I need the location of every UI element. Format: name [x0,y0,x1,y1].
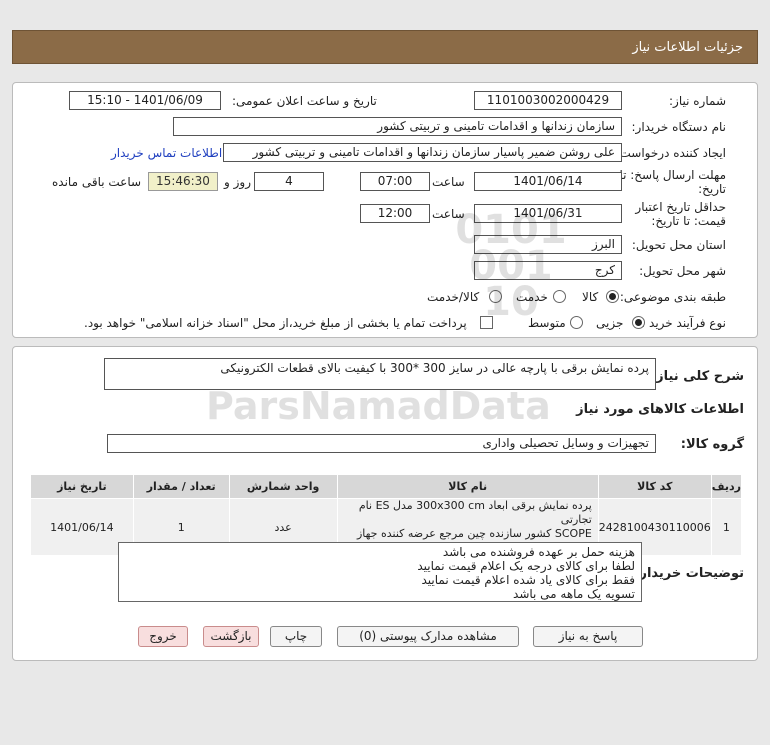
goods-group-field: تجهیزات و وسایل تحصیلی واداری [107,434,656,453]
validity-label: حداقل تاریخ اعتبار [635,200,726,214]
days-label: روز و [224,175,251,189]
goods-group-label: گروه کالا: [680,437,744,452]
deadline-label: مهلت ارسال پاسخ: تا [619,168,726,182]
creator-field: علی روشن ضمیر پاسیار سازمان زندانها و اق… [223,143,622,162]
buyer-contact-link[interactable]: اطلاعات تماس خریدار [111,146,222,160]
table-header-row: ردیف کد کالا نام کالا واحد شمارش تعداد /… [30,474,743,499]
page-header: جزئیات اطلاعات نیاز [12,30,758,64]
deadline-time-field: 07:00 [360,172,430,191]
category-service-radio[interactable] [553,290,566,303]
cell-name-line1: پرده نمایش برقی ابعاد 300x300 cm مدل ES … [358,499,592,526]
col-code: کد کالا [597,474,712,499]
summary-field: پرده نمایش برقی با پارچه عالی در سایز 30… [104,358,656,390]
category-goods-radio[interactable] [606,290,619,303]
reply-button[interactable]: پاسخ به نیاز [533,626,643,647]
col-qty: تعداد / مقدار [132,474,230,499]
process-minor-label: جزیی [596,316,624,330]
validity-label-2: قیمت: تا تاریخ: [651,214,726,228]
process-label: نوع فرآیند خرید : [641,316,726,330]
treasury-payment-checkbox[interactable] [480,316,493,329]
deadline-time-label: ساعت [432,175,465,189]
treasury-payment-note: پرداخت تمام یا بخشی از مبلغ خرید،از محل … [84,316,467,330]
note-line: هزینه حمل بر عهده فروشنده می باشد [442,545,635,559]
buyer-notes-field: هزینه حمل بر عهده فروشنده می باشد لطفا ب… [118,542,642,602]
col-index: ردیف [710,474,743,499]
buyer-notes-label: توضیحات خریدار: [634,566,744,581]
page-title: جزئیات اطلاعات نیاز [632,40,743,55]
province-field: البرز [474,235,622,254]
city-field: کرج [474,261,622,280]
goods-info-title: اطلاعات کالاهای مورد نیاز [576,402,744,417]
back-button[interactable]: بازگشت [203,626,259,647]
announce-field: 1401/06/09 - 15:10 [69,91,221,110]
category-service-label: خدمت [516,290,548,304]
buyer-org-label: نام دستگاه خریدار: [631,120,727,134]
category-goods-service-label: کالا/خدمت [427,290,480,304]
validity-time-field: 12:00 [360,204,430,223]
note-line: فقط برای کالای یاد شده اعلام قیمت نمایید [421,573,635,587]
need-number-field: 1101003002000429 [474,91,622,110]
print-button[interactable]: چاپ [270,626,322,647]
process-minor-radio[interactable] [632,316,645,329]
process-medium-label: متوسط [528,316,566,330]
note-line: لطفا برای کالای درجه یک اعلام قیمت نمایی… [417,559,635,573]
buyer-org-field: سازمان زندانها و اقدامات تامینی و تربیتی… [173,117,622,136]
days-field: 4 [254,172,324,191]
view-attachments-button[interactable]: مشاهده مدارک پیوستی (0) [337,626,519,647]
announce-label: تاریخ و ساعت اعلان عمومی: [232,94,377,108]
deadline-label-2: تاریخ: [698,182,726,196]
remaining-label: ساعت باقی مانده [52,175,142,189]
creator-label: ایجاد کننده درخواست: [615,146,726,160]
province-label: استان محل تحویل: [631,238,726,252]
remaining-time-field: 15:46:30 [148,172,218,191]
process-medium-radio[interactable] [570,316,583,329]
col-date: تاریخ نیاز [30,474,134,499]
category-goods-label: کالا [582,290,599,304]
summary-label: شرح کلی نیاز: [650,369,744,384]
cell-index: 1 [710,498,743,556]
validity-date-field: 1401/06/31 [474,204,622,223]
city-label: شهر محل تحویل: [639,264,726,278]
note-line: تسویه یک ماهه می باشد [513,587,635,601]
col-unit: واحد شمارش [228,474,338,499]
need-number-label: شماره نیاز: [669,94,726,108]
col-name: نام کالا [336,474,599,499]
category-goods-service-radio[interactable] [489,290,502,303]
deadline-date-field: 1401/06/14 [474,172,622,191]
category-label: طبقه بندی موضوعی: [619,290,726,304]
validity-time-label: ساعت [432,207,465,221]
exit-button[interactable]: خروج [138,626,188,647]
